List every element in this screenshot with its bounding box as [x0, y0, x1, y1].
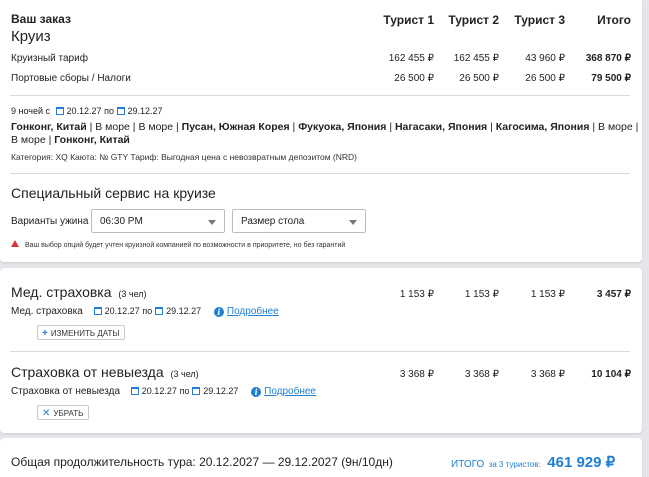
medical-date-from: 20.12.27 — [104, 306, 140, 316]
order-title: Ваш заказ — [11, 12, 71, 26]
medical-title-text: Мед. страховка — [11, 284, 112, 300]
total-for: за 3 туристов: — [488, 460, 541, 469]
info-icon: i — [213, 307, 224, 317]
dinner-select[interactable]: 06:30 PM — [91, 209, 225, 233]
route-line: В море | Гонконг, Китай — [11, 134, 130, 146]
route-port: Пусан, Южная Корея — [181, 121, 290, 133]
cabin-details: Категория: XQ Каюта: № GTY Тариф: Выгодн… — [11, 152, 358, 162]
medical-count: (3 чел) — [118, 289, 147, 299]
special-service-heading: Специальный сервис на круизе — [11, 185, 216, 201]
nontravel-title-text: Страховка от невыезда — [11, 364, 164, 380]
medical-date-to: 29.12.27 — [166, 306, 202, 316]
calendar-icon — [55, 107, 64, 115]
route-port: Гонконг, Китай — [54, 134, 130, 146]
route-port: Фукуока, Япония — [298, 121, 387, 133]
medical-total: 3 457 ₽ — [596, 289, 631, 300]
medical-dates-row: Мед. страховка 20.12.27 по 29.12.27 i Под… — [11, 306, 279, 317]
nontravel-date-from: 20.12.27 — [141, 386, 177, 396]
nights-label: 9 ночей с — [11, 106, 51, 116]
col-total: Итого — [597, 13, 631, 27]
route-separator: | В море | — [589, 121, 639, 133]
tour-duration: Общая продолжительность тура: 20.12.2027… — [11, 455, 393, 469]
info-icon: i — [251, 387, 262, 397]
medical-label: Мед. страховка — [11, 306, 83, 317]
change-dates-label: ИЗМЕНИТЬ ДАТЫ — [50, 329, 120, 338]
date-sep: по — [104, 106, 114, 116]
total-value: 461 929 ₽ — [547, 454, 616, 471]
calendar-icon — [155, 307, 164, 315]
calendar-icon — [192, 387, 201, 395]
row-total: 79 500 ₽ — [591, 73, 631, 84]
route-separator: | — [487, 121, 496, 133]
nontravel-count: (3 чел) — [170, 369, 199, 379]
close-icon: ✕ — [42, 408, 51, 419]
insurance-card: Мед. страховка (3 чел) 1 153 ₽ 1 153 ₽ 1… — [0, 268, 642, 433]
route-separator: | В море | В море | — [86, 121, 182, 133]
row-total: 368 870 ₽ — [585, 53, 631, 64]
calendar-icon — [116, 107, 125, 115]
chevron-down-icon — [208, 220, 216, 225]
nontravel-more-link[interactable]: Подробнее — [264, 386, 316, 397]
change-dates-button[interactable]: + ИЗМЕНИТЬ ДАТЫ — [37, 325, 126, 340]
route-port: Кагосима, Япония — [495, 121, 590, 133]
dinner-select-value: 06:30 PM — [100, 216, 143, 227]
nontravel-dates-row: Страховка от невыезда 20.12.27 по 29.12.… — [11, 386, 316, 397]
table-size-select-value: Размер стола — [241, 216, 305, 227]
nontravel-date-to: 29.12.27 — [203, 386, 239, 396]
row-label: Портовые сборы / Налоги — [11, 73, 131, 84]
route-separator: | — [386, 121, 395, 133]
date-from: 20.12.27 — [66, 106, 102, 116]
route-separator: В море | — [11, 134, 55, 146]
medical-insurance-title: Мед. страховка (3 чел) — [11, 284, 147, 300]
dinner-label: Варианты ужина — [11, 216, 89, 227]
nontravel-total: 10 104 ₽ — [591, 369, 631, 380]
row-label: Круизный тариф — [11, 53, 88, 64]
remove-button[interactable]: ✕ УБРАТЬ — [37, 405, 90, 420]
route-port: Нагасаки, Япония — [394, 121, 488, 133]
route-separator: | — [289, 121, 299, 133]
grand-total: ИТОГО за 3 туристов: 461 929 ₽ — [451, 453, 615, 472]
remove-label: УБРАТЬ — [53, 409, 84, 418]
plus-icon: + — [42, 328, 48, 339]
calendar-icon — [93, 307, 102, 315]
calendar-icon — [130, 387, 139, 395]
warning-note: Ваш выбор опций будет учтен круизной ком… — [11, 240, 345, 249]
divider — [10, 173, 630, 174]
cruise-dates: 9 ночей с 20.12.27 по 29.12.27 — [11, 106, 163, 116]
table-size-select[interactable]: Размер стола — [232, 209, 366, 233]
nontravel-insurance-title: Страховка от невыезда (3 чел) — [11, 364, 199, 380]
divider — [10, 95, 630, 96]
date-to: 29.12.27 — [127, 106, 163, 116]
route-port: Гонконг, Китай — [11, 121, 87, 133]
total-label: ИТОГО — [451, 459, 485, 470]
route-line: Гонконг, Китай | В море | В море | Пусан… — [11, 121, 638, 133]
medical-date-sep: по — [142, 306, 153, 316]
nontravel-label: Страховка от невыезда — [11, 386, 121, 397]
chevron-down-icon — [349, 220, 357, 225]
order-subtitle: Круиз — [11, 28, 51, 45]
divider — [10, 351, 630, 352]
total-bar: Общая продолжительность тура: 20.12.2027… — [0, 438, 642, 477]
warning-text: Ваш выбор опций будет учтен круизной ком… — [25, 242, 346, 249]
medical-more-link[interactable]: Подробнее — [227, 306, 279, 317]
order-card: Ваш заказ Круиз Турист 1 Турист 2 Турист… — [0, 0, 642, 262]
warning-icon — [11, 240, 19, 247]
nontravel-date-sep: по — [179, 386, 190, 396]
